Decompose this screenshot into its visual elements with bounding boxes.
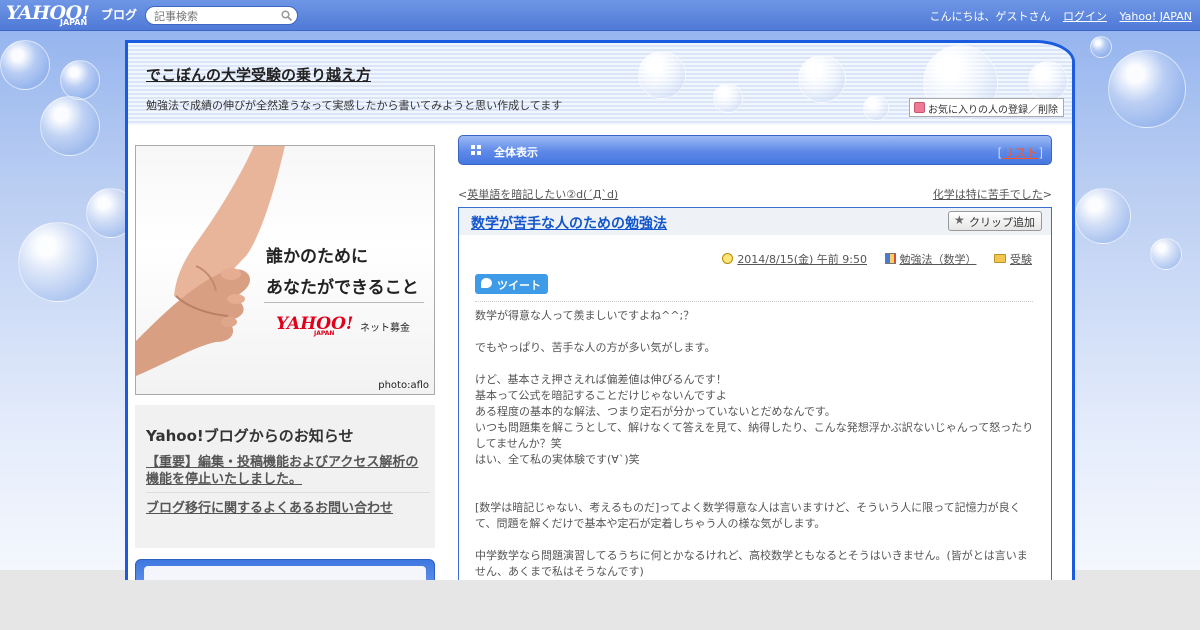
body-line: けど、基本さえ押さえれば偏差値は伸びるんです！ [475,373,727,386]
article-category: 勉強法（数学） [884,253,977,266]
favorite-register-button[interactable]: お気に入りの人の登録／削除 [909,98,1064,117]
guest-greeting: こんにちは、ゲストさん [929,10,1051,23]
handshake-image [136,146,285,376]
tweet-button[interactable]: ツイート [475,274,548,294]
bubble-decoration [798,55,846,103]
next-article: 化学は特に苦手でした> [933,186,1052,202]
ad-brand-label: ネット募金 [360,323,410,334]
blog-title[interactable]: でこぼんの大学受験の乗り越え方 [146,64,371,85]
news-panel: Yahoo!ブログからのお知らせ 【重要】編集・投稿機能およびアクセス解析の機能… [135,405,435,548]
body-line: 数学が得意な人って羨ましいですよね^^;？ [475,309,695,322]
news-link[interactable]: ブログ移行に関するよくあるお問い合わせ [146,500,430,517]
article-divider [475,301,1033,302]
search-icon[interactable] [281,10,292,21]
section-label: 全体表示 [494,146,538,159]
article-header: 数学が苦手な人のための勉強法 ★ クリップ追加 [459,208,1051,235]
blog-logo-label[interactable]: ブログ [101,6,137,23]
bracket-close: ] [1038,146,1043,160]
favorite-register-label: お気に入りの人の登録／削除 [928,105,1058,116]
login-link[interactable]: ログイン [1063,10,1107,23]
sidebar-widget [135,559,435,580]
news-title: Yahoo!ブログからのお知らせ [146,427,354,445]
search-box [145,6,298,25]
heart-icon [914,102,925,113]
body-line: いつも問題集を解こうとして、解けなくて答えを見て、納得したり、こんな発想浮かぶ訳… [475,421,1034,450]
previous-article-link[interactable]: 英単語を暗記したい②d(´Д`d) [467,188,618,201]
ad-headline-2: あなたができること [266,278,419,298]
clip-add-button[interactable]: ★ クリップ追加 [948,211,1042,231]
bubble-decoration [0,40,50,90]
article-title[interactable]: 数学が苦手な人のための勉強法 [471,213,667,233]
bubble-decoration [1090,36,1112,58]
prev-arrow: < [458,188,468,201]
bubble-decoration [638,51,686,99]
blog-frame: でこぼんの大学受験の乗り越え方 勉強法で成績の伸びが全然違うなって実感したから書… [125,40,1075,580]
body-line [475,484,1037,500]
body-line [475,532,1037,548]
ad-photo-credit: photo:aflo [378,380,429,391]
twitter-bird-icon [481,278,492,288]
yahoo-japan-link[interactable]: Yahoo! JAPAN [1119,10,1192,23]
list-link-wrap: [リスト] [998,144,1043,161]
bubble-decoration [18,222,98,302]
star-icon: ★ [954,213,965,227]
book-icon [884,253,896,264]
bubble-decoration [863,95,889,121]
article-folder: 受験 [994,253,1032,266]
blog-header: でこぼんの大学受験の乗り越え方 勉強法で成績の伸びが全然違うなって実感したから書… [128,43,1072,125]
article-body: 数学が得意な人って羨ましいですよね^^;？ でもやっぱり、苦手な人の方が多い気が… [475,308,1037,580]
list-view-link[interactable]: リスト [1002,146,1038,160]
body-line: はい、全て私の実体験です(∀`)笑 [475,453,640,466]
blog-description: 勉強法で成績の伸びが全然違うなって実感したから書いてみようと思い作成してます [146,99,563,112]
body-line [475,468,1037,484]
top-navigation-bar: YAHOO! JAPAN ブログ こんにちは、ゲストさん ログイン Yahoo!… [0,0,1200,31]
bubble-decoration [1028,61,1068,101]
next-arrow: > [1042,188,1052,201]
body-line: 基本って公式を暗記することだけじゃないんですよ [475,389,727,402]
ad-yahoo-logo-sub: JAPAN [314,330,335,337]
bubble-decoration [713,83,743,113]
clip-add-label: クリップ追加 [969,216,1035,229]
body-line: [数学は暗記じゃない、考えるものだ]ってよく数学得意な人は言いますけど、そういう… [475,501,1021,530]
tweet-label: ツイート [497,279,541,292]
news-link[interactable]: 【重要】編集・投稿機能およびアクセス解析の機能を停止いたしました。 [146,454,430,488]
news-divider [146,492,430,493]
bubble-decoration [1075,188,1131,244]
article-pagination: <英単語を暗記したい②d(´Д`d) 化学は特に苦手でした> [458,186,1052,202]
ad-headline-1: 誰かのために [266,247,368,267]
donation-ad-banner[interactable]: 誰かのために あなたができること YAHOO! JAPAN ネット募金 phot… [135,145,435,395]
article-category-link[interactable]: 勉強法（数学） [900,253,977,266]
body-line [475,324,1037,340]
body-line: 中学数学なら問題演習してるうちに何とかなるけれど、高校数学ともなるとそうはいきま… [475,549,1028,578]
article: 数学が苦手な人のための勉強法 ★ クリップ追加 2014/8/15(金) 午前 … [458,207,1052,580]
body-line: ある程度の基本的な解法、つまり定石が分かっていないとだめなんです。 [475,405,836,418]
search-input[interactable] [154,9,274,23]
grid-icon [471,145,481,155]
sidebar-widget-body [144,566,426,580]
user-links: こんにちは、ゲストさん ログイン Yahoo! JAPAN [929,8,1192,24]
section-header-bar: 全体表示 [リスト] [458,135,1052,165]
bubble-decoration [1108,50,1186,128]
bubble-decoration [40,96,100,156]
article-meta: 2014/8/15(金) 午前 9:50 勉強法（数学） 受験 [708,251,1032,267]
clock-icon [722,253,734,264]
body-line [475,356,1037,372]
next-article-link[interactable]: 化学は特に苦手でした [933,188,1043,201]
ad-divider [264,302,424,303]
article-folder-link[interactable]: 受験 [1010,253,1032,266]
bubble-decoration [1150,238,1182,270]
article-date: 2014/8/15(金) 午前 9:50 [722,253,867,266]
yahoo-logo-sub: JAPAN [60,18,88,27]
body-line: でもやっぱり、苦手な人の方が多い気がします。 [475,341,716,354]
folder-icon [994,254,1006,263]
article-date-link[interactable]: 2014/8/15(金) 午前 9:50 [737,253,867,266]
bubble-decoration [60,60,100,100]
previous-article: <英単語を暗記したい②d(´Д`d) [458,186,618,202]
